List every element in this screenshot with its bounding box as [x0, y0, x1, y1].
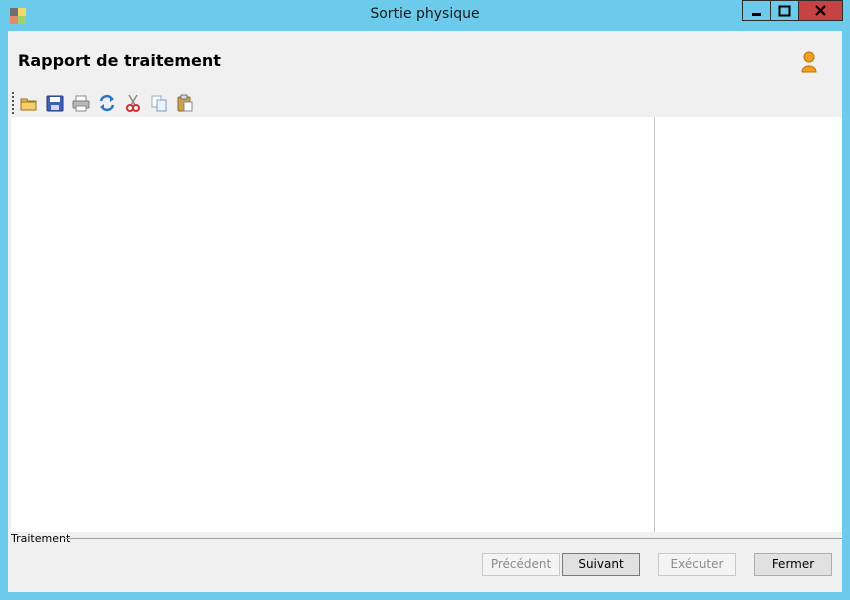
page-title: Rapport de traitement: [18, 51, 221, 70]
report-content-area[interactable]: [11, 117, 842, 532]
toolbar-grip[interactable]: [12, 92, 14, 114]
open-folder-icon: [20, 98, 37, 111]
close-button[interactable]: [798, 0, 843, 21]
minimize-button[interactable]: [742, 0, 771, 21]
copy-icon: [151, 95, 167, 112]
cut-icon: [126, 94, 140, 112]
window-title: Sortie physique: [370, 6, 480, 22]
maximize-icon: [778, 5, 791, 17]
previous-button[interactable]: Précédent: [482, 553, 560, 576]
print-icon: [72, 95, 90, 112]
refresh-button[interactable]: [97, 93, 117, 113]
execute-button[interactable]: Exécuter: [658, 553, 736, 576]
open-button[interactable]: [19, 93, 39, 113]
toolbar: [8, 89, 842, 117]
cut-button[interactable]: [123, 93, 143, 113]
save-icon: [46, 95, 64, 112]
title-bar[interactable]: Sortie physique: [0, 0, 850, 31]
dialog-client-area: Rapport de traitement Traitement Précéde…: [8, 31, 842, 592]
maximize-button[interactable]: [770, 0, 799, 21]
paste-button[interactable]: [175, 93, 195, 113]
next-button[interactable]: Suivant: [562, 553, 640, 576]
group-divider: [64, 538, 842, 539]
save-button[interactable]: [45, 93, 65, 113]
panel-splitter[interactable]: [654, 117, 655, 532]
close-icon: [815, 5, 826, 16]
user-icon[interactable]: [799, 51, 819, 73]
copy-button[interactable]: [149, 93, 169, 113]
refresh-icon: [99, 94, 115, 112]
window: Sortie physique Rapport de traitement Tr…: [0, 0, 850, 600]
minimize-icon: [752, 13, 761, 16]
print-button[interactable]: [71, 93, 91, 113]
paste-icon: [177, 94, 193, 112]
group-label: Traitement: [11, 532, 71, 545]
close-dialog-button[interactable]: Fermer: [754, 553, 832, 576]
